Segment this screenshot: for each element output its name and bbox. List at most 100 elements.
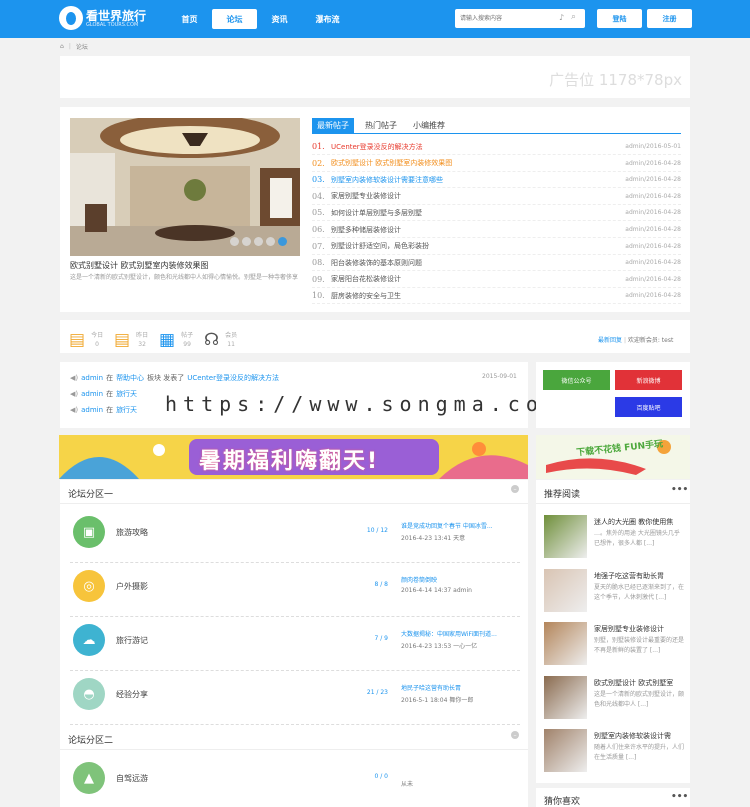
forum-last-post[interactable]: 颜肉卷筒倒映 [401,575,521,584]
news-title[interactable]: 家居别墅专业装修设计 [331,191,625,201]
news-item[interactable]: 06. 别墅多种储层装修设计 admin/2016-04-28 [312,222,681,238]
news-item[interactable]: 08. 阳台装修装饰的基本原则问题 admin/2016-04-28 [312,255,681,272]
feed-user[interactable]: admin [81,406,103,414]
news-title[interactable]: 欧式别墅设计 欧式别墅室内装修效果图 [331,158,625,168]
news-title[interactable]: 如何设计单层别墅与多层别墅 [331,208,625,218]
feed-user[interactable]: admin [81,390,103,398]
recommend-title[interactable]: 欧式别墅设计 欧式别墅室 [594,678,684,688]
recommend-item[interactable]: 地强子吃这营有助长胃 夏天的脆水已经已逐渐来到了，在这个季节，人休刺激代 [...… [544,568,684,614]
news-item[interactable]: 03. 别墅室内装修软装设计需要注意哪些 admin/2016-04-28 [312,172,681,189]
section-title-2[interactable]: 论坛分区二 [68,733,113,746]
ad-banner[interactable]: 广告位 1178*78px [60,56,690,98]
news-title[interactable]: 别墅多种储层装修设计 [331,225,625,235]
slider-dot[interactable] [266,237,275,246]
landscape-icon[interactable]: ▲ [73,762,105,794]
promo-banner[interactable]: 暑期福利嗨翻天! [59,435,528,479]
recommend-title[interactable]: 别墅室内装修软装设计需 [594,731,684,741]
slider-dot[interactable] [230,237,239,246]
stat-text: 会员 11 [225,331,237,349]
recommend-item[interactable]: 迷人的大光圈 教你使用焦 …。焦外的用途 大光圈镜头几乎已想件，很多人都 [...… [544,515,684,560]
recommend-title[interactable]: 家居别墅专业装修设计 [594,624,684,634]
forum-name[interactable]: 户外摄影 [116,581,148,592]
login-button[interactable]: 登陆 [597,9,642,28]
tieba-button[interactable]: 百度贴吧 [615,397,682,417]
recommend-thumbnail[interactable] [544,675,587,719]
forum-row[interactable]: ▣ 旅游攻略 10 / 12 谁是竞成功回复个春节 中国冰雪... 2016-4-23 … [70,509,520,563]
news-item[interactable]: 05. 如何设计单层别墅与多层别墅 admin/2016-04-28 [312,205,681,222]
forum-last-post[interactable]: 地民子哈这营有助长胃 [401,683,521,692]
news-item[interactable]: 10. 厨房装修的安全与卫生 admin/2016-04-28 [312,288,681,305]
nav-forum[interactable]: 论坛 [212,9,257,29]
slider-dot[interactable] [254,237,263,246]
latest-replies-link[interactable]: 最新回复 [598,337,622,344]
news-item[interactable]: 04. 家居别墅专业装修设计 admin/2016-04-28 [312,189,681,205]
tv-icon[interactable]: ▣ [73,516,105,548]
slider-image[interactable] [70,118,300,256]
weibo-button[interactable]: 新浪微博 [615,370,682,390]
news-title[interactable]: 别墅设计舒适空间，局色彩装扮 [331,241,625,251]
microphone-icon[interactable]: ♪ [559,13,564,22]
collapse-icon[interactable]: – [511,485,519,493]
register-button[interactable]: 注册 [647,9,692,28]
cloud-icon[interactable]: ☁ [73,624,105,656]
feed-forum[interactable]: 旅行天 [116,405,137,415]
news-title[interactable]: 家居阳台花松装修设计 [331,274,625,284]
feed-forum[interactable]: 旅行天 [116,389,137,399]
tab-editor-picks[interactable]: 小编推荐 [408,118,450,133]
nav-home[interactable]: 首页 [167,9,212,29]
slider-title[interactable]: 欧式别墅设计 欧式别墅室内装修效果图 [70,260,209,271]
forum-name[interactable]: 自驾远游 [116,773,148,784]
news-title[interactable]: UCenter登录没反的解决方法 [331,142,625,152]
slider-dot-active[interactable] [278,237,287,246]
nav-waterfall[interactable]: 瀑布流 [305,9,350,29]
news-meta: admin/2016-04-28 [625,209,681,217]
forum-name[interactable]: 旅游攻略 [116,527,148,538]
forum-row[interactable]: ☁ 旅行游记 7 / 9 大数据揭秘：中国家用WiFi面刊道... 2016-4-23 … [70,617,520,671]
nav-news[interactable]: 资讯 [257,9,302,29]
recommend-item[interactable]: 欧式别墅设计 欧式别墅室 这是一个清新的欧式别墅设计，颇色和光线都中人 [...] [544,675,684,721]
recommend-thumbnail[interactable] [544,515,587,558]
tab-hot-posts[interactable]: 热门帖子 [360,118,402,133]
tab-latest-posts[interactable]: 最新帖子 [312,118,354,133]
forum-last-post[interactable]: 谁是竞成功回复个春节 中国冰雪... [401,521,521,530]
news-title[interactable]: 别墅室内装修软装设计需要注意哪些 [331,175,625,185]
recommend-thumbnail[interactable] [544,622,587,665]
slider-dot[interactable] [242,237,251,246]
news-number: 05. [312,208,325,218]
recommend-thumbnail[interactable] [544,729,587,772]
more-icon[interactable]: ••• [671,485,688,495]
home-icon[interactable]: ⌂ [60,43,64,50]
forum-row[interactable]: ▲ 自驾远游 0 / 0 从未 [70,755,520,807]
recommend-title[interactable]: 地强子吃这营有助长胃 [594,571,684,581]
forum-name[interactable]: 旅行游记 [116,635,148,646]
news-item[interactable]: 01. UCenter登录没反的解决方法 admin/2016-05-01 [312,139,681,155]
recommend-item[interactable]: 别墅室内装修软装设计需 随着人们住来许水平的提升，人们在生活质量 [...] [544,729,684,774]
section-title-1[interactable]: 论坛分区一 [68,487,113,500]
news-item[interactable]: 02. 欧式别墅设计 欧式别墅室内装修效果图 admin/2016-04-28 [312,156,681,172]
breadcrumb-current[interactable]: 论坛 [76,42,88,51]
balloon-icon[interactable]: ◓ [73,678,105,710]
feed-forum[interactable]: 帮助中心 [116,373,144,383]
logo-icon[interactable] [59,6,83,30]
feed-user[interactable]: admin [81,374,103,382]
news-item[interactable]: 07. 别墅设计舒适空间，局色彩装扮 admin/2016-04-28 [312,239,681,255]
stat-2: ▦ 帖子 99 [159,330,193,350]
forum-row[interactable]: ◎ 户外摄影 8 / 8 颜肉卷筒倒映 2016-4-14 14:37 admin [70,563,520,617]
forum-name[interactable]: 经验分享 [116,689,148,700]
side-banner[interactable]: 下载不花钱 FUN手玩 [536,435,690,479]
forum-last-post[interactable]: 大数据揭秘：中国家用WiFi面刊道... [401,629,521,638]
recommend-thumbnail[interactable] [544,568,587,612]
news-title[interactable]: 厨房装修的安全与卫生 [331,291,625,301]
news-item[interactable]: 09. 家居阳台花松装修设计 admin/2016-04-28 [312,272,681,288]
recommend-title[interactable]: 迷人的大光圈 教你使用焦 [594,517,684,527]
search-input[interactable] [460,12,556,25]
more-icon[interactable]: ••• [671,792,688,802]
forum-row[interactable]: ◓ 经验分享 21 / 23 地民子哈这营有助长胃 2016-5-1 18:04 舞你一… [70,671,520,725]
recommend-item[interactable]: 家居别墅专业装修设计 别墅，别墅装修设计最重要的还是不再是新鲜的装置了 [...] [544,622,684,667]
camera-icon[interactable]: ◎ [73,570,105,602]
collapse-icon[interactable]: – [511,731,519,739]
wechat-button[interactable]: 微信公众号 [543,370,610,390]
news-title[interactable]: 阳台装修装饰的基本原则问题 [331,258,625,268]
search-icon[interactable]: ⌕ [571,12,576,22]
feed-topic[interactable]: UCenter登录没反的解决方法 [187,373,279,383]
